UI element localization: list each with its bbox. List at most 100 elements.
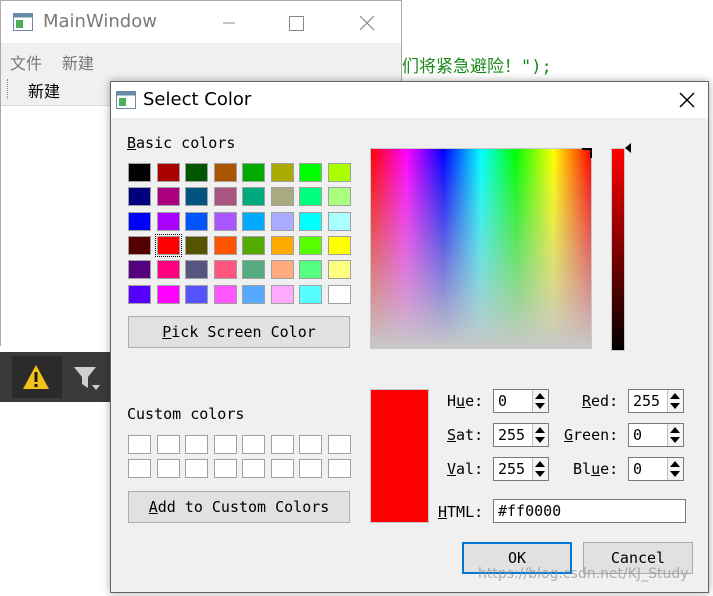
custom-color-swatch[interactable] <box>156 435 180 454</box>
basic-color-swatch[interactable] <box>242 284 265 304</box>
maximize-icon[interactable] <box>273 7 319 37</box>
basic-color-swatch[interactable] <box>156 211 180 231</box>
basic-color-swatch[interactable] <box>185 235 208 255</box>
hue-spinbox[interactable]: 0 <box>493 389 549 413</box>
sat-spinbox[interactable]: 255 <box>493 423 549 447</box>
toolbar-grip[interactable] <box>7 79 9 99</box>
red-spinbox[interactable]: 255 <box>628 389 684 413</box>
basic-color-swatch[interactable] <box>270 235 294 255</box>
spin-up-icon[interactable] <box>535 461 545 467</box>
close-icon[interactable] <box>667 85 707 115</box>
custom-color-swatch[interactable] <box>185 435 208 454</box>
basic-color-swatch[interactable] <box>128 187 151 207</box>
custom-color-swatch[interactable] <box>327 435 351 454</box>
value-slider[interactable] <box>611 148 625 351</box>
custom-color-swatch[interactable] <box>299 435 322 454</box>
basic-color-swatch[interactable] <box>299 211 322 231</box>
basic-color-swatch[interactable] <box>128 163 151 182</box>
spin-down-icon[interactable] <box>535 471 545 477</box>
ide-toolbar <box>0 352 112 402</box>
basic-color-swatch[interactable] <box>299 284 322 304</box>
basic-color-swatch[interactable] <box>327 260 351 280</box>
menu-new[interactable]: 新建 <box>62 50 94 74</box>
basic-color-swatch[interactable] <box>270 187 294 207</box>
basic-color-swatch[interactable] <box>213 163 237 182</box>
basic-color-swatch[interactable] <box>128 211 151 231</box>
val-spinbox[interactable]: 255 <box>493 457 549 481</box>
custom-color-swatch[interactable] <box>213 435 237 454</box>
basic-color-swatch[interactable] <box>299 260 322 280</box>
spin-up-icon[interactable] <box>670 393 680 399</box>
spin-down-icon[interactable] <box>535 437 545 443</box>
spin-down-icon[interactable] <box>670 403 680 409</box>
custom-color-swatch[interactable] <box>185 459 208 478</box>
basic-color-swatch[interactable] <box>242 163 265 182</box>
basic-color-swatch[interactable] <box>242 260 265 280</box>
basic-color-swatch[interactable] <box>185 211 208 231</box>
spin-up-icon[interactable] <box>535 427 545 433</box>
basic-color-swatch[interactable] <box>128 260 151 280</box>
custom-color-swatch[interactable] <box>242 435 265 454</box>
green-spinbox[interactable]: 0 <box>628 423 684 447</box>
blue-spinbox[interactable]: 0 <box>628 457 684 481</box>
basic-color-swatch[interactable] <box>299 163 322 182</box>
basic-color-swatch[interactable] <box>270 211 294 231</box>
basic-color-swatch[interactable] <box>156 163 180 182</box>
spin-up-icon[interactable] <box>670 461 680 467</box>
basic-color-swatch[interactable] <box>128 235 151 255</box>
hue-saturation-picker[interactable] <box>370 148 592 349</box>
basic-color-swatch[interactable] <box>327 163 351 182</box>
custom-color-swatch[interactable] <box>213 459 237 478</box>
custom-color-swatch[interactable] <box>299 459 322 478</box>
custom-color-swatch[interactable] <box>156 459 180 478</box>
warning-button[interactable] <box>12 356 62 398</box>
spin-up-icon[interactable] <box>670 427 680 433</box>
basic-color-swatch[interactable] <box>213 260 237 280</box>
toolbar-new-action[interactable]: 新建 <box>28 78 60 102</box>
basic-color-swatch[interactable] <box>156 187 180 207</box>
basic-color-swatch[interactable] <box>299 235 322 255</box>
custom-color-swatch[interactable] <box>270 435 294 454</box>
basic-color-swatch[interactable] <box>185 187 208 207</box>
add-to-custom-colors-button[interactable]: Add to Custom Colors <box>128 491 350 523</box>
spin-down-icon[interactable] <box>535 403 545 409</box>
basic-color-swatch[interactable] <box>270 260 294 280</box>
basic-color-swatch[interactable] <box>185 163 208 182</box>
basic-color-swatch[interactable] <box>128 284 151 304</box>
html-color-input[interactable] <box>493 499 686 523</box>
basic-color-swatch[interactable] <box>242 235 265 255</box>
basic-color-swatch[interactable] <box>327 284 351 304</box>
basic-color-swatch[interactable] <box>213 284 237 304</box>
spin-down-icon[interactable] <box>670 437 680 443</box>
basic-color-swatch[interactable] <box>213 235 237 255</box>
menu-file[interactable]: 文件 <box>10 50 42 74</box>
basic-color-swatch[interactable] <box>213 187 237 207</box>
custom-color-swatch[interactable] <box>128 459 151 478</box>
basic-color-swatch[interactable] <box>185 284 208 304</box>
basic-color-swatch[interactable] <box>154 233 182 257</box>
basic-color-swatch[interactable] <box>185 260 208 280</box>
custom-color-swatch[interactable] <box>242 459 265 478</box>
basic-color-swatch[interactable] <box>242 187 265 207</box>
picker-crosshair[interactable] <box>582 148 592 158</box>
custom-color-swatch[interactable] <box>270 459 294 478</box>
custom-color-swatch[interactable] <box>128 435 151 454</box>
basic-color-swatch[interactable] <box>299 187 322 207</box>
basic-color-swatch[interactable] <box>270 284 294 304</box>
basic-color-swatch[interactable] <box>327 211 351 231</box>
basic-color-swatch[interactable] <box>156 260 180 280</box>
value-slider-handle-icon[interactable] <box>625 143 633 153</box>
minimize-icon[interactable] <box>206 7 252 37</box>
basic-color-swatch[interactable] <box>213 211 237 231</box>
spin-up-icon[interactable] <box>535 393 545 399</box>
close-icon[interactable] <box>344 7 390 37</box>
basic-color-swatch[interactable] <box>327 187 351 207</box>
basic-color-swatch[interactable] <box>270 163 294 182</box>
basic-color-swatch[interactable] <box>327 235 351 255</box>
basic-color-swatch[interactable] <box>242 211 265 231</box>
basic-color-swatch[interactable] <box>156 284 180 304</box>
spin-down-icon[interactable] <box>670 471 680 477</box>
pick-screen-color-button[interactable]: Pick Screen Color <box>128 316 350 348</box>
custom-color-swatch[interactable] <box>327 459 351 478</box>
filter-button[interactable] <box>66 358 106 398</box>
